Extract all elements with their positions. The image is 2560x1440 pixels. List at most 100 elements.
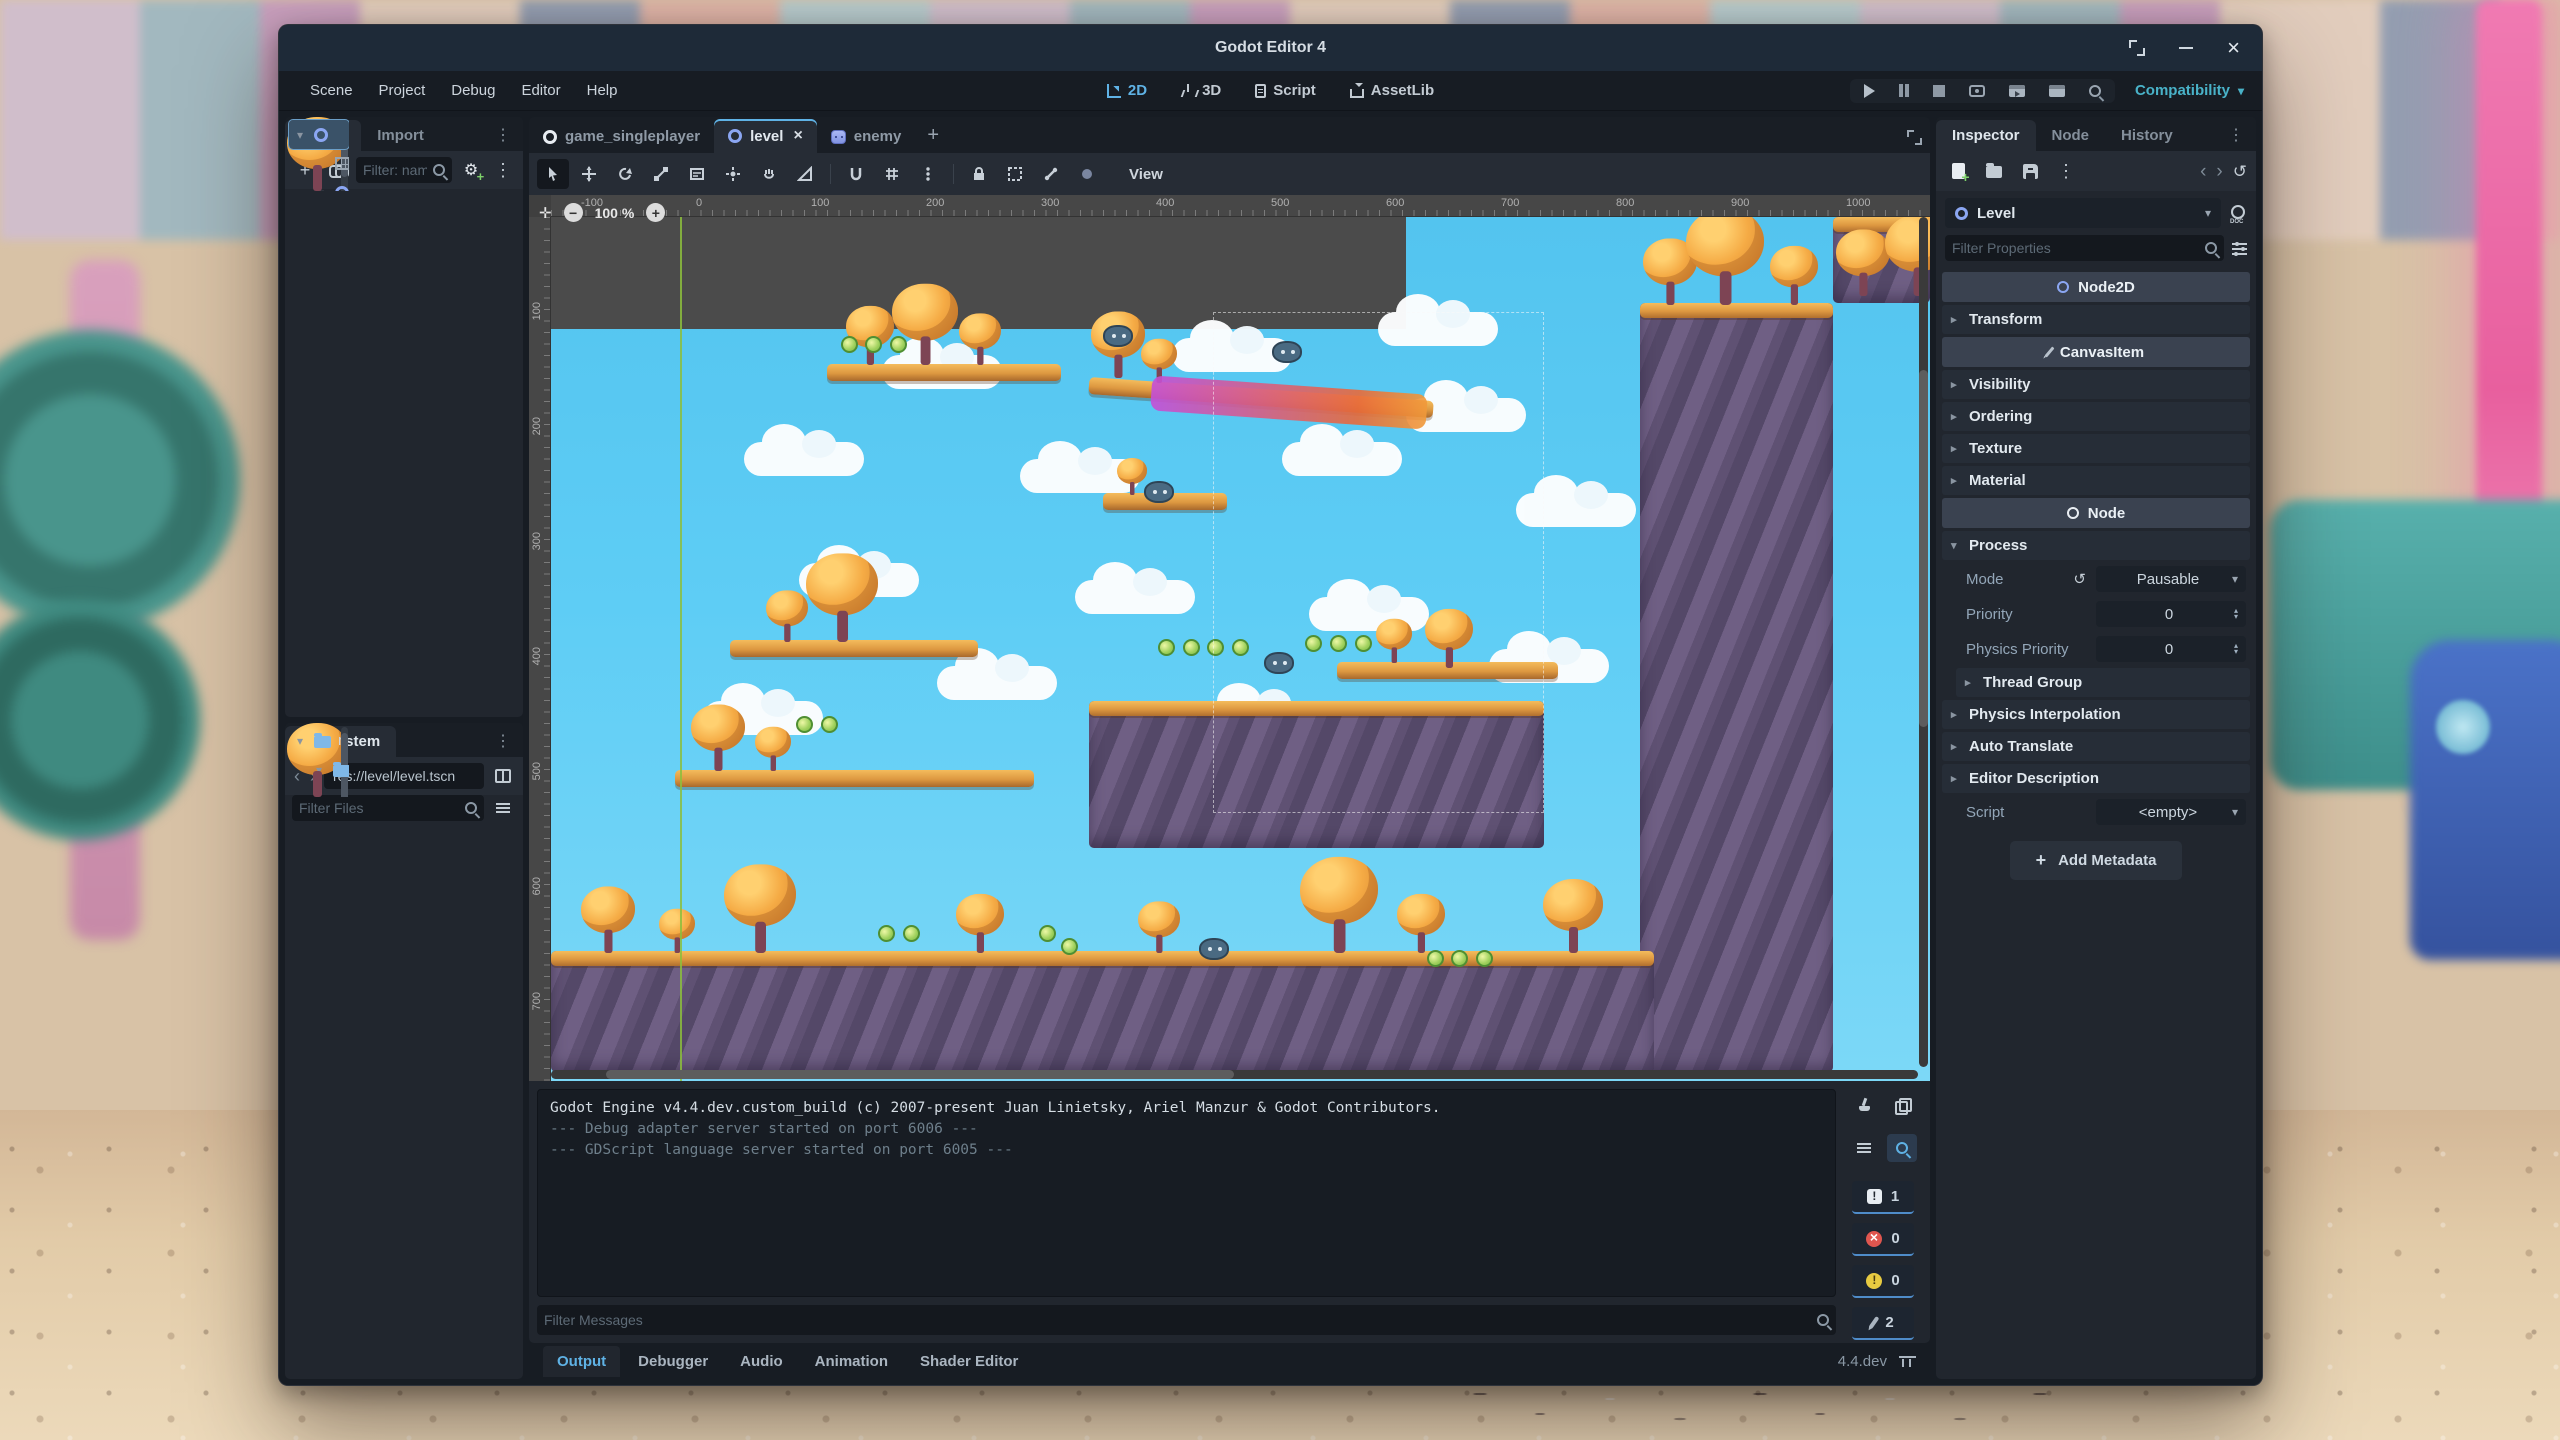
menu-editor[interactable]: Editor — [508, 82, 573, 99]
save-resource-button[interactable] — [2017, 158, 2043, 184]
list-select-button[interactable] — [681, 159, 713, 189]
history-icon[interactable]: ↺ — [2233, 163, 2247, 180]
property-value-priority[interactable]: 0▴▾ — [2096, 601, 2246, 627]
select-mode-button[interactable] — [537, 159, 569, 189]
bottom-tab-animation[interactable]: Animation — [801, 1346, 902, 1377]
open-docs-icon[interactable] — [2229, 204, 2247, 222]
revert-icon[interactable]: ↺ — [2073, 570, 2086, 588]
section-thread-group[interactable]: ▸Thread Group — [1956, 668, 2250, 697]
collapse-messages-button[interactable] — [1849, 1134, 1879, 1162]
view-menu[interactable]: View — [1117, 162, 1175, 187]
warning-count-badge[interactable]: 0 — [1852, 1265, 1914, 1298]
scene-tab-enemy[interactable]: enemy — [817, 120, 916, 153]
distraction-free-icon[interactable] — [1907, 130, 1922, 145]
attach-script-button[interactable]: ⚙ — [458, 157, 484, 183]
section-visibility[interactable]: ▸Visibility — [1942, 370, 2250, 399]
property-value-physics-priority[interactable]: 0▴▾ — [2096, 636, 2246, 662]
filesystem-filter-input[interactable] — [299, 800, 459, 816]
split-mode-button[interactable] — [490, 763, 516, 789]
filesystem-row[interactable]: ⚙enemy.gd — [289, 784, 349, 797]
scale-mode-button[interactable] — [645, 159, 677, 189]
play-scene-button[interactable] — [2009, 85, 2025, 97]
workspace-assetlib[interactable]: AssetLib — [1350, 82, 1434, 99]
horizontal-ruler[interactable]: -100010020030040050060070080090010001100 — [551, 195, 1930, 217]
workspace-3d[interactable]: 3D — [1181, 82, 1221, 99]
skeleton-options-button[interactable] — [1071, 159, 1103, 189]
scene-tree-menu-button[interactable]: ⋮ — [490, 157, 516, 183]
play-remote-button[interactable] — [1969, 85, 1985, 97]
smart-snap-button[interactable] — [840, 159, 872, 189]
property-value-mode[interactable]: Pausable▾ — [2096, 566, 2246, 592]
vertical-ruler[interactable]: 100200300400500600700 — [529, 217, 551, 1081]
close-tab-icon[interactable]: × — [793, 127, 802, 145]
scene-tree-row[interactable]: ▾Level — [289, 120, 349, 149]
2d-viewport[interactable]: -100010020030040050060070080090010001100… — [529, 195, 1930, 1081]
new-resource-button[interactable] — [1945, 158, 1971, 184]
snap-options-button[interactable] — [912, 159, 944, 189]
zoom-in-button[interactable]: + — [646, 203, 665, 222]
expander-icon[interactable]: ▾ — [312, 763, 326, 777]
scene-tree-row[interactable]: ▾Grass — [289, 178, 349, 191]
rotate-mode-button[interactable] — [609, 159, 641, 189]
move-mode-button[interactable] — [573, 159, 605, 189]
bottom-tab-output[interactable]: Output — [543, 1346, 620, 1377]
spinner-arrows[interactable]: ▴▾ — [2234, 608, 2238, 620]
menu-project[interactable]: Project — [366, 82, 439, 99]
menu-scene[interactable]: Scene — [297, 82, 366, 99]
scene-tab-level[interactable]: level× — [714, 119, 817, 153]
zoom-level[interactable]: 100 % — [595, 205, 635, 221]
scene-canvas[interactable] — [551, 217, 1930, 1081]
sort-files-button[interactable] — [490, 795, 516, 821]
section-transform[interactable]: ▸Transform — [1942, 305, 2250, 334]
scene-tree-row[interactable]: TileMap — [289, 149, 349, 178]
dots-menu-icon[interactable]: ⋮ — [487, 725, 519, 757]
clear-output-button[interactable] — [1849, 1091, 1879, 1119]
section-ordering[interactable]: ▸Ordering — [1942, 402, 2250, 431]
menu-help[interactable]: Help — [574, 82, 631, 99]
close-icon[interactable]: × — [2227, 41, 2240, 55]
section-texture[interactable]: ▸Texture — [1942, 434, 2250, 463]
scene-filter-input[interactable] — [363, 162, 427, 178]
inspector-options-icon[interactable] — [2232, 242, 2247, 255]
spinner-arrows[interactable]: ▴▾ — [2234, 643, 2238, 655]
output-filter-input[interactable] — [544, 1312, 1811, 1328]
history-back-icon[interactable]: ‹ — [2200, 162, 2206, 181]
pivot-button[interactable] — [717, 159, 749, 189]
error-count-badge[interactable]: 0 — [1852, 1223, 1914, 1256]
minimize-icon[interactable] — [2179, 47, 2193, 49]
dock-tab-history[interactable]: History — [2105, 120, 2189, 151]
section-editor-description[interactable]: ▸Editor Description — [1942, 764, 2250, 793]
dock-tab-import[interactable]: Import — [361, 120, 440, 151]
section-physics-interpolation[interactable]: ▸Physics Interpolation — [1942, 700, 2250, 729]
new-scene-tab-button[interactable]: + — [915, 118, 951, 153]
menu-debug[interactable]: Debug — [438, 82, 508, 99]
workspace-script[interactable]: Script — [1255, 82, 1316, 99]
play-custom-scene-button[interactable] — [2049, 85, 2065, 97]
expander-icon[interactable]: ▾ — [314, 186, 328, 192]
scene-tab-game_singleplayer[interactable]: game_singleplayer — [529, 120, 714, 153]
load-resource-button[interactable] — [1981, 158, 2007, 184]
expand-bottom-panel-icon[interactable] — [1899, 1356, 1916, 1367]
filesystem-row[interactable]: ▾enemy — [289, 755, 349, 784]
add-metadata-button[interactable]: +Add Metadata — [2010, 841, 2183, 880]
history-forward-icon[interactable]: › — [2216, 162, 2222, 181]
renderer-dropdown[interactable]: Compatibility ▾ — [2135, 82, 2244, 99]
play-button[interactable] — [1864, 84, 1875, 98]
dock-tab-inspector[interactable]: Inspector — [1936, 120, 2036, 151]
fullscreen-icon[interactable] — [2129, 40, 2145, 56]
resource-menu-button[interactable]: ⋮ — [2053, 158, 2079, 184]
bottom-tab-shader-editor[interactable]: Shader Editor — [906, 1346, 1032, 1377]
group-button[interactable] — [999, 159, 1031, 189]
stop-button[interactable] — [1933, 85, 1945, 97]
bottom-tab-audio[interactable]: Audio — [726, 1346, 797, 1377]
zoom-out-button[interactable]: − — [564, 203, 583, 222]
filesystem-row[interactable]: ▾res:// — [289, 726, 349, 755]
expander-icon[interactable]: ▾ — [293, 128, 307, 142]
viewport-vscrollbar[interactable] — [1919, 217, 1928, 1067]
workspace-2d[interactable]: 2D — [1107, 82, 1147, 99]
pause-button[interactable] — [1899, 84, 1909, 97]
dock-tab-node[interactable]: Node — [2036, 120, 2106, 151]
pan-mode-button[interactable] — [753, 159, 785, 189]
lock-button[interactable] — [963, 159, 995, 189]
section-material[interactable]: ▸Material — [1942, 466, 2250, 495]
